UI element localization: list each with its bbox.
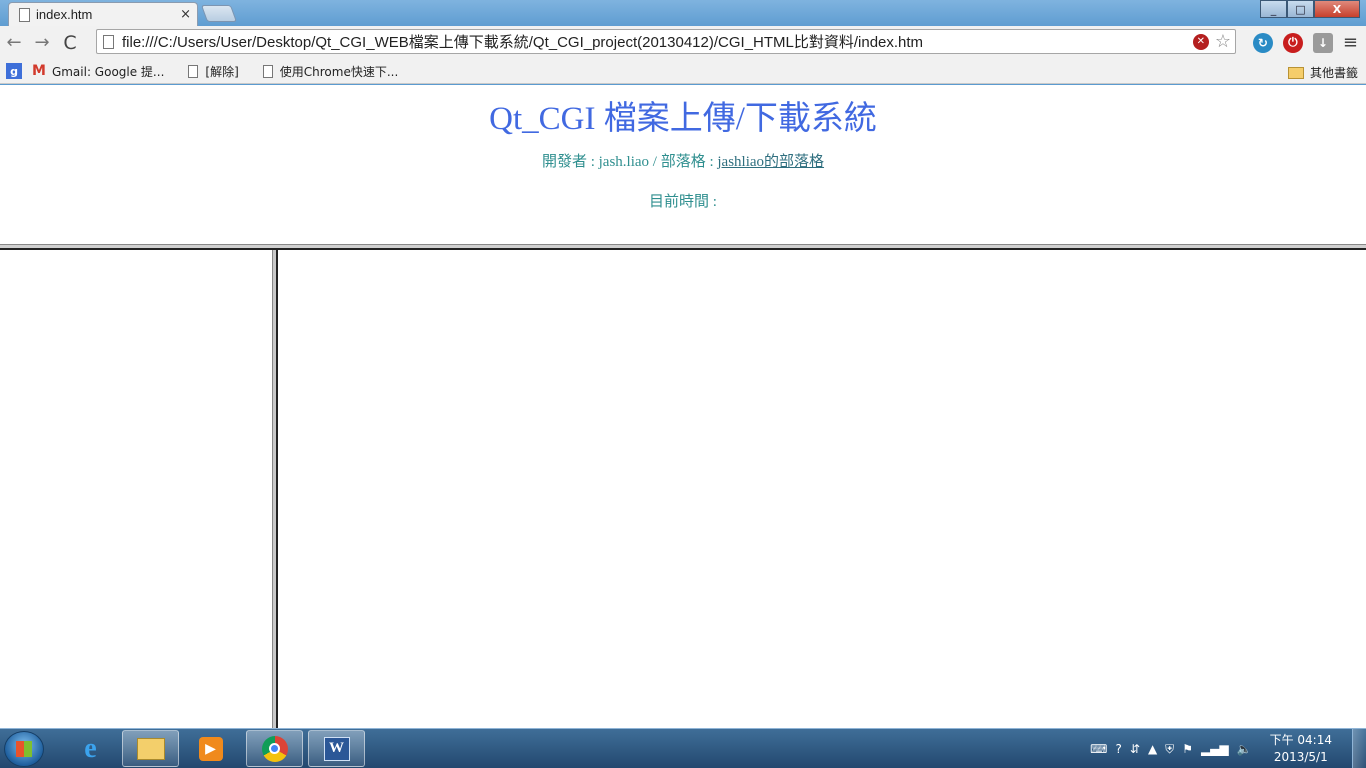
page-viewport: Qt_CGI 檔案上傳/下載系統 開發者 : jash.liao / 部落格 :… [0,85,1366,728]
bookmark-star-icon[interactable]: ☆ [1215,31,1231,52]
taskbar-explorer[interactable] [122,730,179,767]
bookmark-chrome-download[interactable]: 使用Chrome快速下... [262,63,399,80]
new-tab-button[interactable] [200,5,238,22]
current-time-label: 目前時間 : [649,194,717,210]
browser-toolbar: ← → C file:///C:/Users/User/Desktop/Qt_C… [0,26,1366,59]
window-controls: _ □ X [1260,0,1360,18]
network-icon[interactable]: ▂▄▆ [1201,742,1229,756]
developer-label: 開發者 : jash.liao / 部落格 : [541,154,718,170]
address-bar[interactable]: file:///C:/Users/User/Desktop/Qt_CGI_WEB… [96,29,1236,54]
minimize-button[interactable]: _ [1260,0,1287,18]
bookmark-label: [解除] [205,64,239,79]
windows-logo-icon [16,741,32,757]
other-bookmarks-label: 其他書籤 [1309,66,1358,80]
show-desktop-button[interactable] [1352,729,1366,768]
bookmark-unlock[interactable]: [解除] [188,63,239,80]
bookmark-label: 使用Chrome快速下... [279,64,399,79]
extension-area: ↻ ⏻ ↓ ≡ [1252,32,1358,53]
folder-icon [136,737,165,760]
taskbar-ie[interactable]: e [62,730,119,767]
maximize-button[interactable]: □ [1287,0,1314,18]
header-frame: Qt_CGI 檔案上傳/下載系統 開發者 : jash.liao / 部落格 :… [0,85,1366,244]
page-title: Qt_CGI 檔案上傳/下載系統 [489,101,877,137]
system-tray: ⌨ ? ⇵ ▲ ⛨ ⚑ ▂▄▆ 🔈 下午 04:14 2013/5/1 [1090,729,1332,768]
bookmarks-bar: g M Gmail: Google 提... [解除] 使用Chrome快速下.… [0,59,1366,84]
document-icon [19,7,30,22]
bookmark-gmail[interactable]: g M Gmail: Google 提... [6,63,164,80]
back-button[interactable]: ← [0,32,28,53]
reload-button[interactable]: C [56,32,84,54]
ime-icon[interactable]: ⇵ [1130,742,1140,756]
forward-button[interactable]: → [28,32,56,53]
page-icon [188,64,199,78]
keyboard-icon[interactable]: ⌨ [1090,742,1107,756]
help-icon[interactable]: ? [1116,742,1122,756]
other-bookmarks[interactable]: 其他書籤 [1287,64,1358,81]
taskbar-word[interactable]: W [308,730,365,767]
tab-title: index.htm [36,7,93,22]
taskbar-chrome[interactable] [246,730,303,767]
browser-titlebar: index.htm × _ □ X [0,0,1366,26]
close-button[interactable]: X [1314,0,1360,18]
gmail-icon: M [32,63,46,79]
volume-icon[interactable]: 🔈 [1237,742,1252,756]
media-player-icon: ▶ [198,736,223,761]
clock-date: 2013/5/1 [1273,750,1328,764]
sync-extension-icon[interactable]: ↻ [1252,32,1273,53]
internet-explorer-icon: e [84,732,97,764]
power-extension-icon[interactable]: ⏻ [1282,32,1303,53]
clock-time: 下午 04:14 [1269,733,1332,747]
adblock-icon[interactable]: ✕ [1192,33,1209,50]
show-hidden-icons-icon[interactable]: ▲ [1148,742,1157,756]
windows-taskbar: e ▶ W ⌨ ? ⇵ ▲ ⛨ ⚑ ▂▄▆ 🔈 下午 04:14 2013/5/… [0,728,1366,768]
bookmark-label: Gmail: Google 提... [51,64,165,79]
tab-close-button[interactable]: × [180,7,191,22]
taskbar-clock[interactable]: 下午 04:14 2013/5/1 [1270,732,1332,766]
word-icon: W [323,736,350,761]
page-icon [103,34,114,49]
google-apps-icon[interactable]: g [6,63,22,79]
page-icon [262,64,273,78]
start-button[interactable] [4,731,44,767]
folder-icon [1287,66,1304,79]
taskbar-media-player[interactable]: ▶ [182,730,239,767]
left-frame [0,250,272,728]
blog-link[interactable]: jashliao的部落格 [717,154,824,170]
browser-tab[interactable]: index.htm × [8,2,198,26]
shield-icon[interactable]: ⛨ [1165,742,1174,757]
main-frame [278,250,1366,728]
chrome-icon [261,735,288,762]
url-text[interactable]: file:///C:/Users/User/Desktop/Qt_CGI_WEB… [122,31,1193,52]
action-center-flag-icon[interactable]: ⚑ [1182,742,1193,756]
chrome-menu-button[interactable]: ≡ [1343,32,1358,53]
download-extension-icon[interactable]: ↓ [1312,32,1333,53]
developer-info: 開發者 : jash.liao / 部落格 : jashliao的部落格 [0,150,1366,171]
